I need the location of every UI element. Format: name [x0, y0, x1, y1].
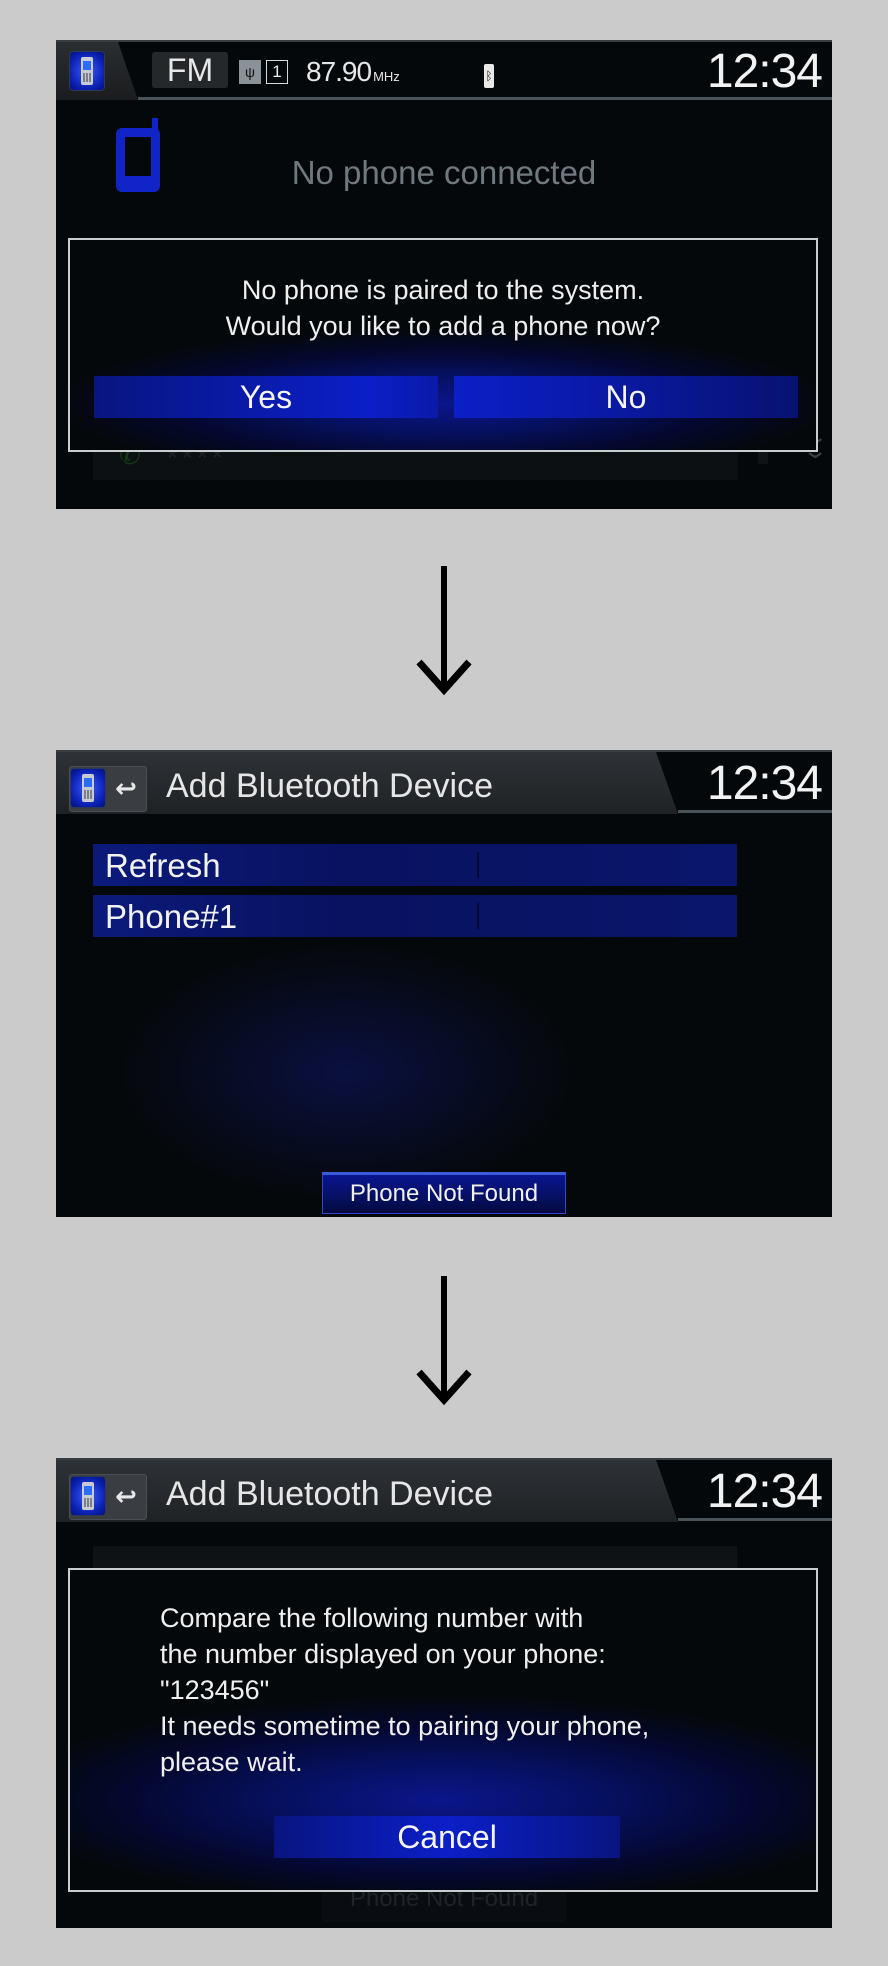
menu-item-label: Refresh: [105, 847, 221, 884]
dialog-line: Would you like to add a phone now?: [225, 311, 661, 341]
phone-icon[interactable]: [70, 52, 104, 90]
antenna-icon: ψ: [239, 60, 261, 84]
frequency-value: 87.90: [306, 56, 372, 87]
title-buttons: ↩: [69, 1474, 147, 1520]
page-title: Add Bluetooth Device: [166, 767, 493, 805]
menu-item-phone-1[interactable]: Phone#1: [93, 895, 737, 937]
frequency-readout: 87.90 MHz: [306, 54, 400, 95]
pairing-code: "123456": [160, 1675, 270, 1705]
clock: 12:34: [706, 757, 823, 810]
dialog-line: Compare the following number with: [160, 1603, 584, 1633]
no-button[interactable]: No: [454, 376, 798, 418]
clock: 12:34: [706, 45, 823, 98]
clock: 12:34: [706, 1465, 823, 1518]
phone-not-found-button[interactable]: Phone Not Found: [322, 1172, 566, 1214]
phone-screen-no-phone: FM ψ 1 87.90 MHz ᛒ 12:34 No phone connect…: [56, 40, 832, 509]
dialog-message: Compare the following number with the nu…: [160, 1600, 649, 1780]
audio-source-label: FM: [152, 52, 228, 88]
bluetooth-pairing-screen: ↩ Add Bluetooth Device 12:34 Phone Not F…: [56, 1458, 832, 1928]
add-phone-dialog: No phone is paired to the system. Would …: [68, 238, 818, 452]
dialog-line: please wait.: [160, 1747, 303, 1777]
title-buttons: ↩: [69, 766, 147, 812]
dialog-line: It needs sometime to pairing your phone,: [160, 1711, 650, 1741]
arrow-down-icon: [416, 1276, 472, 1406]
status-bar: FM ψ 1 87.90 MHz ᛒ 12:34: [56, 42, 832, 100]
dialog-line: No phone is paired to the system.: [241, 275, 645, 305]
title-bar: ↩ Add Bluetooth Device 12:34: [56, 752, 832, 814]
back-icon[interactable]: ↩: [110, 773, 142, 803]
menu-item-label: Phone#1: [105, 898, 238, 935]
dialog-line: the number displayed on your phone:: [160, 1639, 606, 1669]
frequency-unit: MHz: [373, 69, 400, 84]
back-icon[interactable]: ↩: [110, 1481, 142, 1511]
status-message: No phone connected: [291, 154, 597, 191]
phone-icon[interactable]: [71, 1477, 105, 1515]
arrow-down-icon: [416, 566, 472, 696]
dialog-message: No phone is paired to the system. Would …: [70, 272, 816, 344]
cancel-button[interactable]: Cancel: [274, 1816, 620, 1858]
yes-button[interactable]: Yes: [94, 376, 438, 418]
battery-bluetooth-icon: ᛒ: [484, 64, 494, 88]
title-bar: ↩ Add Bluetooth Device 12:34: [56, 1460, 832, 1522]
menu-item-refresh[interactable]: Refresh: [93, 844, 737, 886]
page-title: Add Bluetooth Device: [166, 1475, 493, 1513]
phone-icon[interactable]: [71, 769, 105, 807]
pairing-dialog: Compare the following number with the nu…: [68, 1568, 818, 1892]
add-bluetooth-device-screen: ↩ Add Bluetooth Device 12:34 Refresh Pho…: [56, 750, 832, 1217]
preset-number: 1: [266, 60, 288, 84]
